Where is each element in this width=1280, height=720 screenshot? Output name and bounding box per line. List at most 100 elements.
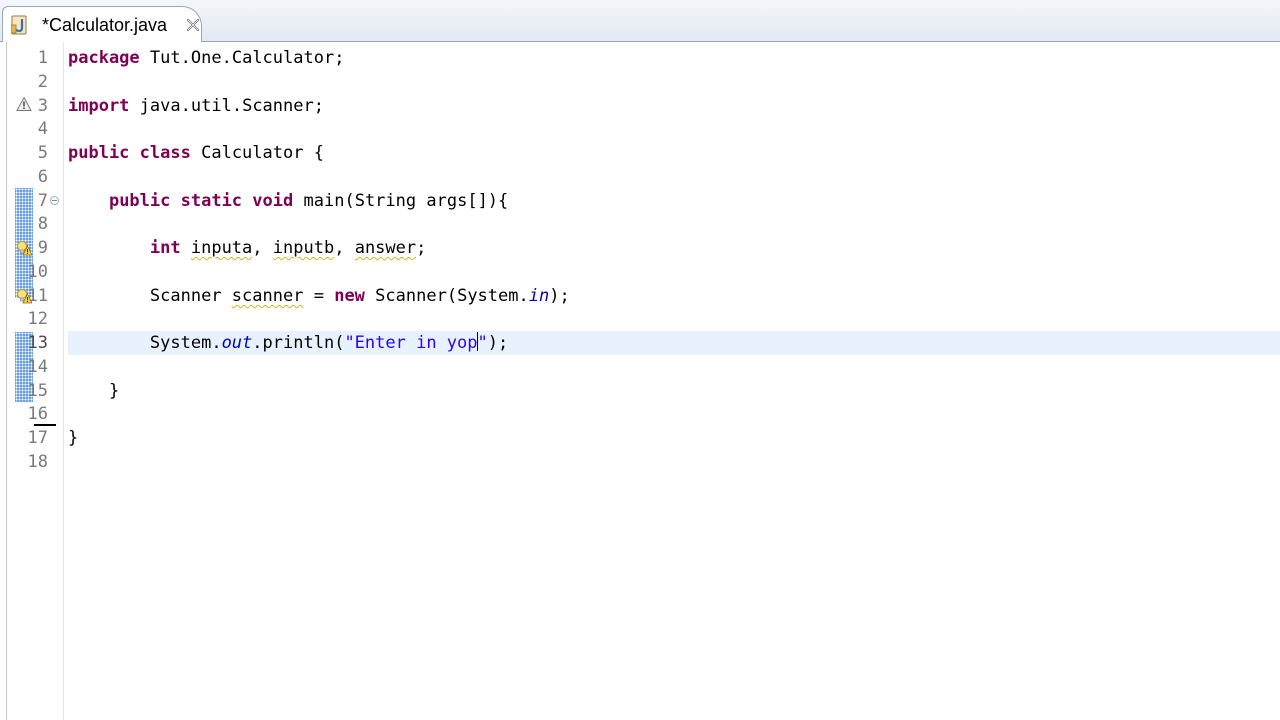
- tab-calculator-java[interactable]: *Calculator.java: [2, 6, 202, 43]
- code-token: .: [231, 96, 243, 116]
- static-field: out: [221, 333, 253, 353]
- code-line[interactable]: int inputa, inputb, answer;: [68, 236, 426, 260]
- code-token: ,: [334, 238, 345, 258]
- code-token: (: [446, 286, 458, 306]
- keyword: import: [68, 96, 130, 116]
- tab-title: *Calculator.java: [42, 15, 168, 35]
- identifier: main: [303, 191, 345, 211]
- line-number: 11: [27, 286, 48, 306]
- line-number: 8: [37, 214, 48, 234]
- identifier: args: [426, 191, 468, 211]
- line-number: 16: [27, 404, 48, 424]
- code-token: );: [487, 333, 509, 353]
- identifier: System: [457, 286, 519, 306]
- keyword: new: [334, 286, 365, 306]
- code-token: .: [221, 48, 232, 68]
- keyword: static: [180, 191, 243, 211]
- keyword: int: [149, 238, 181, 258]
- code-token: );: [549, 286, 570, 306]
- identifier: System: [149, 333, 212, 353]
- code-line[interactable]: }: [68, 379, 119, 403]
- code-token: ;: [416, 238, 427, 258]
- line-number: 3: [37, 96, 48, 116]
- code-token: []){: [467, 191, 509, 211]
- line-number: 1: [37, 48, 48, 68]
- code-token: .: [518, 286, 529, 306]
- static-field: in: [528, 286, 550, 306]
- code-token: .: [180, 96, 191, 116]
- vertical-ruler[interactable]: 1 2 3 4 5 6 7 8 9 10 11 12 13 14 15 16 1…: [7, 42, 63, 720]
- code-line[interactable]: System.out.println("Enter in yop");: [68, 331, 508, 355]
- ruler-divider: [63, 42, 64, 720]
- close-icon[interactable]: [185, 17, 201, 33]
- code-token: }: [108, 381, 120, 401]
- line-number: 17: [27, 428, 48, 448]
- line-number: 5: [37, 143, 48, 163]
- line-number: 7: [37, 191, 48, 211]
- keyword: class: [139, 143, 191, 163]
- code-line[interactable]: Scanner scanner = new Scanner(System.in)…: [68, 284, 570, 308]
- warning-identifier: inputa: [190, 238, 253, 258]
- code-token: .: [211, 333, 222, 353]
- identifier: One: [190, 48, 222, 68]
- code-token: ,: [252, 238, 263, 258]
- keyword: void: [252, 191, 294, 211]
- code-token: (: [344, 191, 355, 211]
- code-token: ;: [334, 48, 345, 68]
- warning-identifier: answer: [354, 238, 417, 258]
- identifier: println: [262, 333, 335, 353]
- string-literal: "Enter in yop: [344, 333, 478, 353]
- code-line[interactable]: import java.util.Scanner;: [68, 94, 324, 118]
- line-number: 13: [27, 333, 48, 353]
- code-editor[interactable]: 1 2 3 4 5 6 7 8 9 10 11 12 13 14 15 16 1…: [0, 42, 1280, 720]
- line-number: 10: [27, 262, 48, 282]
- warning-identifier: inputb: [272, 238, 335, 258]
- line-number: 6: [37, 167, 48, 187]
- warning-identifier: scanner: [231, 286, 304, 306]
- code-line[interactable]: public class Calculator {: [68, 141, 324, 165]
- line-number: 9: [37, 238, 48, 258]
- code-token: (: [334, 333, 345, 353]
- fold-collapse-icon[interactable]: [50, 196, 59, 205]
- code-token: ;: [313, 96, 324, 116]
- keyword: package: [68, 48, 140, 68]
- identifier: String: [354, 191, 417, 211]
- identifier: Scanner: [375, 286, 447, 306]
- code-token: .: [252, 333, 263, 353]
- line-number: 12: [27, 309, 48, 329]
- line-number: 14: [27, 357, 48, 377]
- line-number: 18: [27, 452, 48, 472]
- line-number: 4: [37, 119, 48, 139]
- identifier: java: [139, 96, 181, 116]
- editor-tab-bar: *Calculator.java: [0, 0, 1280, 43]
- identifier: Calculator: [201, 143, 304, 163]
- code-line[interactable]: package Tut.One.Calculator;: [68, 46, 344, 70]
- editor-window: *Calculator.java 1 2 3 4 5 6 7 8 9 10 11…: [0, 0, 1280, 720]
- code-line[interactable]: }: [68, 426, 78, 450]
- line-number: 2: [37, 72, 48, 92]
- code-token: {: [313, 143, 324, 163]
- code-line[interactable]: public static void main(String args[]){: [68, 189, 508, 213]
- identifier: Tut: [149, 48, 181, 68]
- identifier: Calculator: [231, 48, 335, 68]
- line-number: 15: [27, 381, 48, 401]
- keyword: public: [108, 191, 171, 211]
